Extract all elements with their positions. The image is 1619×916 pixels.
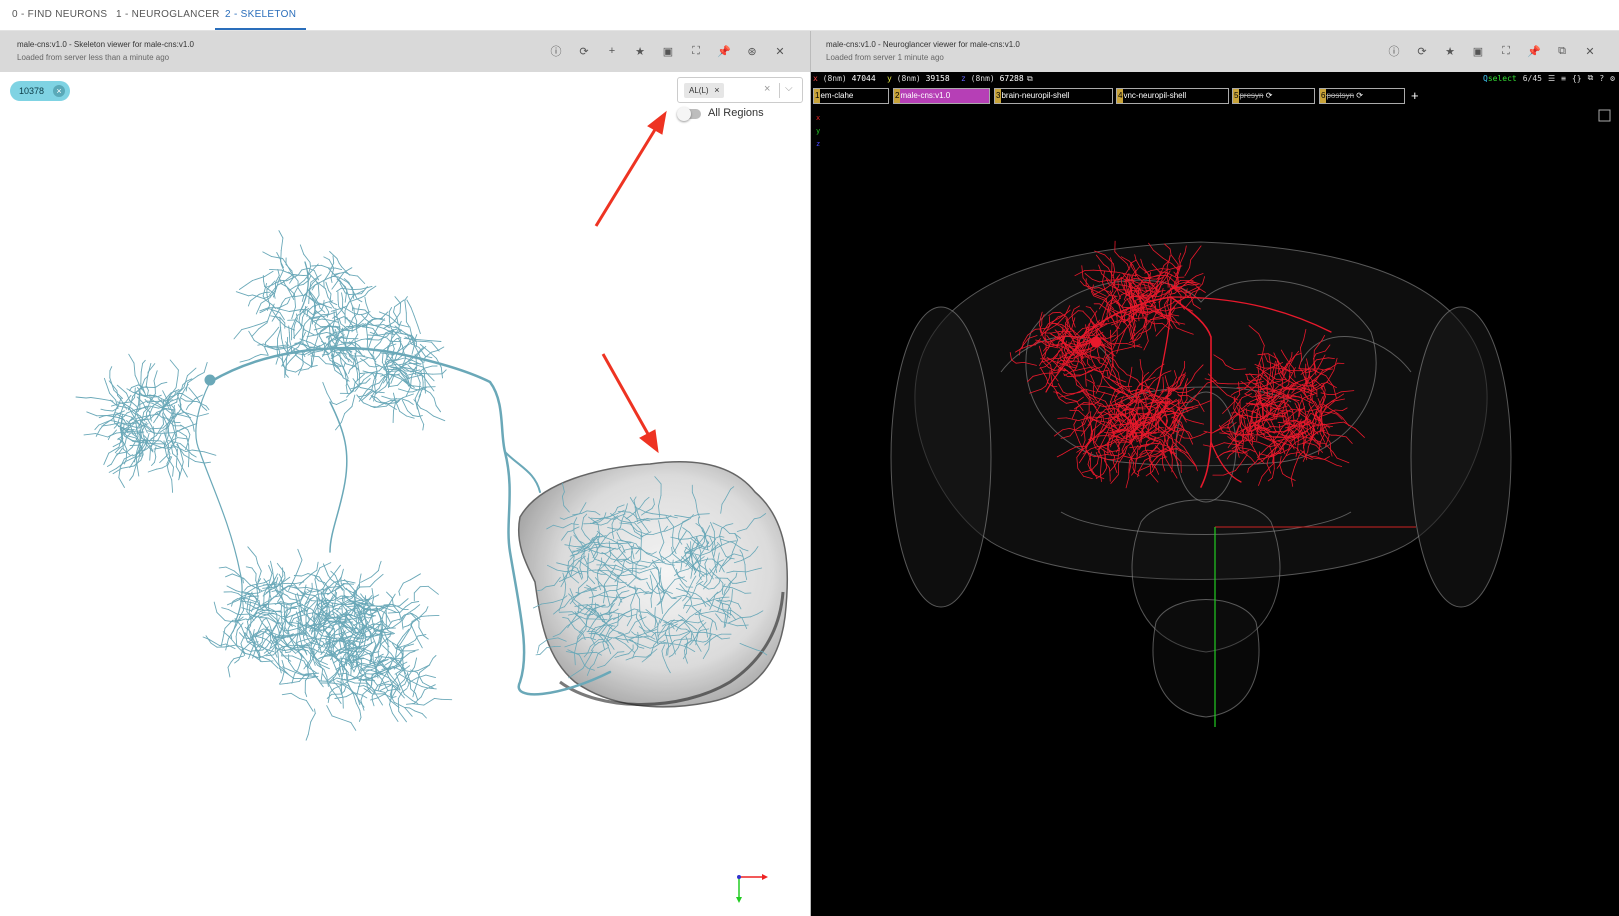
save-icon[interactable]: ▣ xyxy=(654,43,682,59)
tab-bar: 0 - FIND NEURONS 1 - NEUROGLANCER 2 - SK… xyxy=(0,0,1619,31)
annotation-arrows xyxy=(594,110,667,454)
skeleton-panel-header: male-cns:v1.0 - Skeleton viewer for male… xyxy=(0,31,810,72)
star-icon[interactable]: ★ xyxy=(626,43,654,59)
info-icon[interactable]: ⓘ xyxy=(542,43,570,59)
refresh-icon[interactable]: ⟳ xyxy=(1408,43,1436,59)
panel-title: male-cns:v1.0 - Neuroglancer viewer for … xyxy=(826,40,1020,49)
add-icon[interactable]: + xyxy=(598,43,626,59)
panel-toolbar: ⓘ ⟳ + ★ ▣ ⛶ 📌 ⊛ ✕ xyxy=(542,43,794,59)
star-icon[interactable]: ★ xyxy=(1436,43,1464,59)
save-icon[interactable]: ▣ xyxy=(1464,43,1492,59)
panel-title: male-cns:v1.0 - Skeleton viewer for male… xyxy=(17,40,194,49)
close-icon[interactable]: ✕ xyxy=(766,43,794,59)
panel-toolbar: ⓘ ⟳ ★ ▣ ⛶ 📌 ⧉ ✕ xyxy=(1380,43,1604,59)
panel-subtitle: Loaded from server less than a minute ag… xyxy=(17,53,170,62)
ng-3d-canvas[interactable]: x y z xyxy=(811,72,1619,916)
panel-layout-icon[interactable] xyxy=(1598,109,1611,122)
fullscreen-icon[interactable]: ⛶ xyxy=(1492,43,1520,59)
fullscreen-icon[interactable]: ⛶ xyxy=(682,43,710,59)
pin-icon[interactable]: 📌 xyxy=(1520,43,1548,59)
skeleton-canvas[interactable] xyxy=(0,72,810,916)
sync-icon[interactable]: ⊛ xyxy=(738,43,766,59)
neuroglancer-panel-header: male-cns:v1.0 - Neuroglancer viewer for … xyxy=(811,31,1619,72)
panel-subtitle: Loaded from server 1 minute ago xyxy=(826,53,944,62)
skeleton-viewer[interactable]: 10378 × AL(L) × × ⌵ All Regions xyxy=(0,72,810,916)
external-link-icon[interactable]: ⧉ xyxy=(1548,43,1576,59)
axis-label-x: x xyxy=(816,114,820,122)
close-icon[interactable]: ✕ xyxy=(1576,43,1604,59)
pin-icon[interactable]: 📌 xyxy=(710,43,738,59)
refresh-icon[interactable]: ⟳ xyxy=(570,43,598,59)
tab-neuroglancer[interactable]: 1 - NEUROGLANCER xyxy=(116,0,220,30)
brain-shell-mesh xyxy=(890,241,1512,718)
neuroglancer-viewer[interactable]: x (8nm) 47044 y (8nm) 39158 z (8nm) 6728… xyxy=(811,72,1619,916)
axis-label-y: y xyxy=(816,127,820,135)
axis-label-z: z xyxy=(816,140,820,148)
info-icon[interactable]: ⓘ xyxy=(1380,43,1408,59)
tab-find-neurons[interactable]: 0 - FIND NEURONS xyxy=(12,0,107,30)
axis-gizmo xyxy=(736,874,768,903)
tab-skeleton[interactable]: 2 - SKELETON xyxy=(215,0,307,30)
